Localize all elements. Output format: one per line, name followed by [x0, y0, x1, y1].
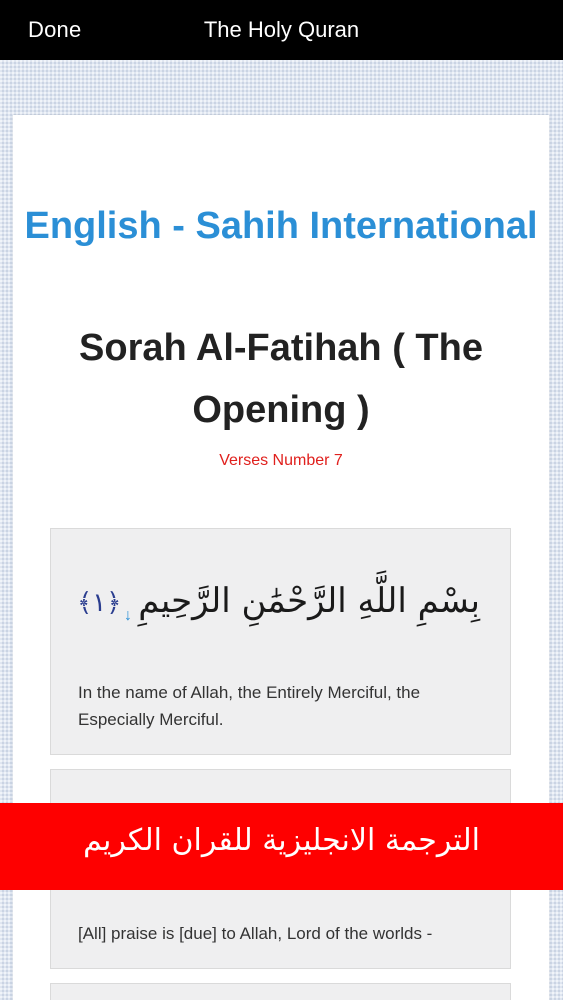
arabic-verse: بِسْمِ اللَّهِ الرَّحْمَٰنِ الرَّحِيمِ ﴿… [77, 581, 480, 621]
sura-title: Sorah Al-Fatihah ( The Opening ) [79, 327, 483, 431]
arabic-verse-text: بِسْمِ اللَّهِ الرَّحْمَٰنِ الرَّحِيمِ [138, 581, 480, 621]
nav-title: The Holy Quran [203, 17, 360, 42]
banner-text: الترجمة الانجليزية للقران الكريم [83, 823, 480, 858]
promo-banner: الترجمة الانجليزية للقران الكريم [0, 803, 563, 890]
english-translation: [All] praise is [due] to Allah, Lord of … [78, 924, 433, 943]
translation-title: English - Sahih International [24, 205, 538, 247]
navigation-bar: Done The Holy Quran [0, 0, 563, 60]
verse-card: ↓ بِسْمِ اللَّهِ الرَّحْمَٰنِ الرَّحِيمِ… [50, 528, 511, 755]
verse-card [50, 983, 511, 1000]
verses-count: Verses Number 7 [219, 452, 343, 469]
english-translation: In the name of Allah, the Entirely Merci… [78, 683, 421, 729]
done-button[interactable]: Done [28, 17, 81, 43]
ayah-number-marker: ﴿١﴾ [77, 588, 122, 618]
